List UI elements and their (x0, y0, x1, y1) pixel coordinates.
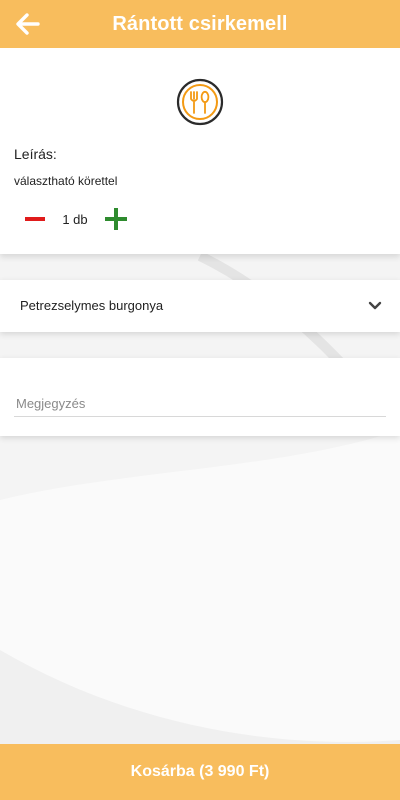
note-card (0, 358, 400, 436)
minus-icon[interactable] (24, 208, 46, 230)
app-header: Rántott csirkemell (0, 0, 400, 48)
plus-icon[interactable] (104, 207, 128, 231)
arrow-left-icon[interactable] (16, 13, 40, 35)
chevron-down-icon (368, 301, 382, 310)
add-to-cart-label: Kosárba (3 990 Ft) (130, 763, 270, 780)
description-text: választható körettel (14, 174, 118, 188)
side-dish-select[interactable]: Petrezselymes burgonya (0, 280, 400, 332)
page-title: Rántott csirkemell (112, 12, 288, 35)
restaurant-icon (176, 78, 224, 126)
description-label: Leírás: (14, 146, 57, 162)
side-dish-value: Petrezselymes burgonya (20, 298, 164, 313)
add-to-cart-button[interactable]: Kosárba (3 990 Ft) (0, 744, 400, 800)
quantity-value: 1 db (62, 212, 88, 227)
note-input[interactable] (14, 390, 386, 417)
